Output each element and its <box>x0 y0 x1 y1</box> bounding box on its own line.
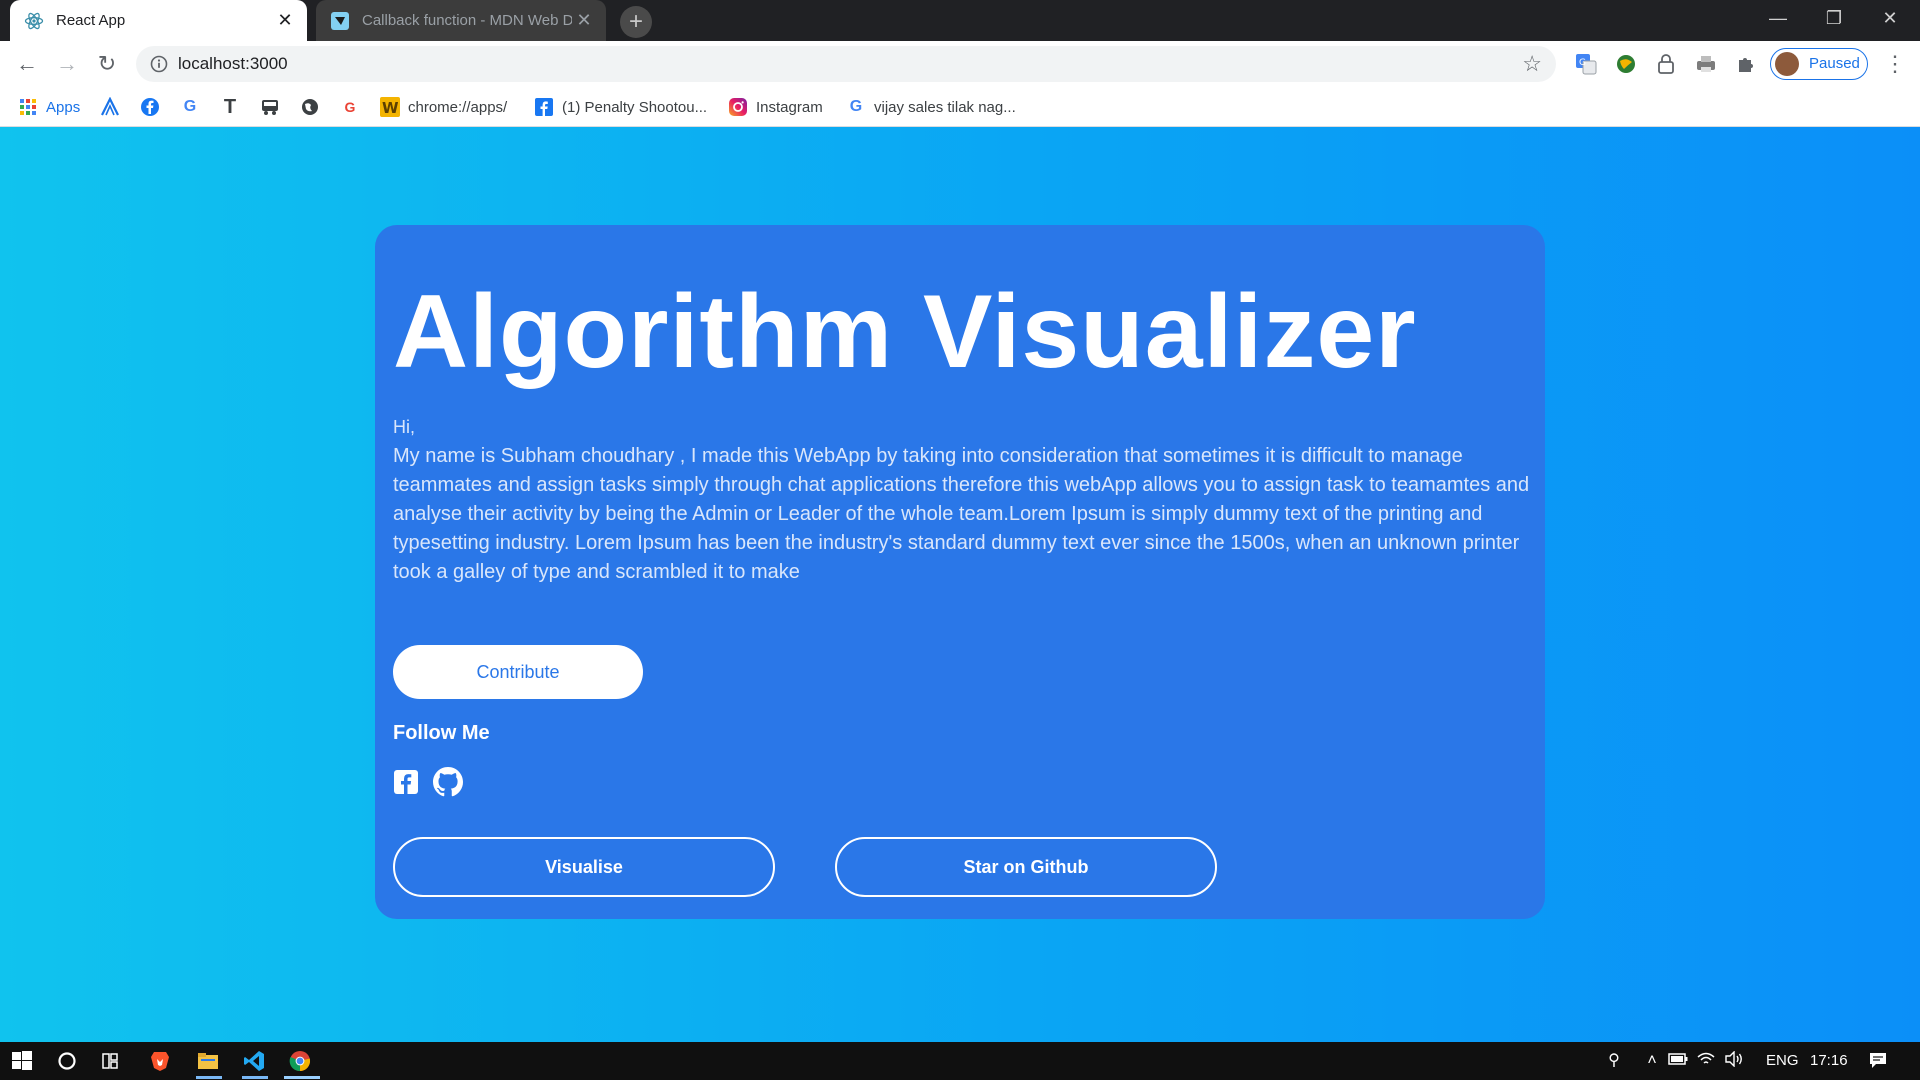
close-tab-icon[interactable]: ✕ <box>574 10 594 30</box>
info-icon[interactable] <box>150 55 168 73</box>
translate-icon[interactable]: G <box>1574 52 1598 76</box>
active-app-indicator <box>196 1076 222 1079</box>
forward-arrow-icon[interactable]: → <box>52 49 82 79</box>
instagram-icon <box>728 97 748 117</box>
bookmark-penalty-shootout[interactable]: (1) Penalty Shootou... <box>534 95 707 119</box>
browser-toolbar: ← → ↻ localhost:3000 ☆ G Paused ⋮ <box>0 41 1920 87</box>
printer-icon[interactable] <box>1694 52 1718 76</box>
globe-icon <box>300 97 320 117</box>
minimize-window-button[interactable]: — <box>1750 0 1806 38</box>
windows-taskbar: ⚲ ˄ ENG 17:16 <box>0 1042 1920 1080</box>
mdn-icon <box>330 11 350 31</box>
bookmark-google-2[interactable]: G <box>340 95 368 119</box>
new-tab-button[interactable]: + <box>620 6 652 38</box>
facebook-icon <box>140 97 160 117</box>
tab-react-app[interactable]: React App ✕ <box>10 0 307 41</box>
bookmark-label: vijay sales tilak nag... <box>874 98 1016 116</box>
language-indicator[interactable]: ENG <box>1766 1052 1799 1069</box>
bookmark-star-icon[interactable]: ☆ <box>1522 53 1542 75</box>
bookmark-a-logo[interactable] <box>100 95 128 119</box>
profile-status-label: Paused <box>1809 55 1860 72</box>
windows-start-icon[interactable] <box>10 1049 34 1073</box>
w-icon: W <box>380 97 400 117</box>
a-logo-icon <box>100 97 120 117</box>
volume-icon[interactable] <box>1724 1050 1744 1071</box>
google-icon: G <box>849 98 863 115</box>
address-bar[interactable]: localhost:3000 ☆ <box>136 46 1556 82</box>
bookmark-google[interactable]: G <box>180 95 208 119</box>
people-icon[interactable]: ⚲ <box>1604 1051 1624 1071</box>
close-window-button[interactable]: ✕ <box>1862 0 1918 38</box>
page-title: Algorithm Visualizer <box>393 274 1417 390</box>
maximize-window-button[interactable]: ❐ <box>1806 0 1862 38</box>
puzzle-icon[interactable] <box>1734 52 1758 76</box>
file-explorer-icon[interactable] <box>196 1049 220 1073</box>
bookmarks-bar: Apps G T G W chrome://apps/ (1) Penalty … <box>0 87 1920 127</box>
bookmark-apps[interactable]: Apps <box>18 95 80 119</box>
svg-text:G: G <box>1579 58 1586 68</box>
bio-paragraph: My name is Subham choudhary , I made thi… <box>393 445 1530 583</box>
avatar <box>1775 52 1799 76</box>
cortana-icon[interactable] <box>55 1049 79 1073</box>
url-text: localhost:3000 <box>178 54 288 73</box>
contribute-button[interactable]: Contribute <box>393 645 643 699</box>
tab-title: React App <box>56 12 126 29</box>
hero-card: Algorithm Visualizer Hi, My name is Subh… <box>375 225 1545 919</box>
bookmark-chrome-apps[interactable]: W chrome://apps/ <box>380 95 507 119</box>
follow-heading: Follow Me <box>393 722 490 744</box>
github-icon[interactable] <box>433 767 463 797</box>
battery-icon[interactable] <box>1668 1051 1688 1071</box>
page-background: Algorithm Visualizer Hi, My name is Subh… <box>0 127 1920 1042</box>
bookmark-vijay-sales[interactable]: G vijay sales tilak nag... <box>846 95 1016 119</box>
bookmark-globe[interactable] <box>300 95 328 119</box>
notification-center-icon[interactable] <box>1868 1051 1888 1071</box>
google-small-icon: G <box>344 99 356 115</box>
wifi-icon[interactable] <box>1696 1051 1716 1071</box>
apps-grid-icon <box>18 97 38 117</box>
greeting-text: Hi, <box>393 417 415 437</box>
tab-title: Callback function - MDN Web Docs <box>362 12 572 29</box>
profile-button[interactable]: Paused <box>1770 48 1868 80</box>
tab-mdn-callback[interactable]: Callback function - MDN Web Docs ✕ <box>316 0 606 41</box>
clock-time[interactable]: 17:16 <box>1810 1052 1848 1069</box>
star-on-github-button[interactable]: Star on Github <box>835 837 1217 897</box>
facebook-icon[interactable] <box>393 769 419 795</box>
reload-icon[interactable]: ↻ <box>92 49 122 79</box>
vscode-icon[interactable] <box>242 1049 266 1073</box>
tz-icon: T <box>223 95 237 118</box>
menu-dots-icon[interactable]: ⋮ <box>1884 51 1906 77</box>
lock-extension-icon[interactable] <box>1654 52 1678 76</box>
bookmark-bus[interactable] <box>260 95 288 119</box>
bookmark-label: chrome://apps/ <box>408 98 508 116</box>
bookmark-label: (1) Penalty Shootou... <box>562 98 708 116</box>
back-arrow-icon[interactable]: ← <box>12 49 42 79</box>
google-icon: G <box>183 98 197 115</box>
task-view-icon[interactable] <box>100 1049 124 1073</box>
bus-icon <box>260 97 280 117</box>
brave-icon[interactable] <box>148 1049 172 1073</box>
bookmark-facebook[interactable] <box>140 95 168 119</box>
bookmark-label: Apps <box>46 98 81 116</box>
bookmark-tz[interactable]: T <box>220 95 248 119</box>
facebook-icon <box>534 97 554 117</box>
chrome-icon[interactable] <box>288 1049 312 1073</box>
chevron-up-icon[interactable]: ˄ <box>1642 1051 1662 1071</box>
active-app-indicator <box>242 1076 268 1079</box>
bookmark-label: Instagram <box>756 98 823 116</box>
svg-text:W: W <box>382 99 399 117</box>
browser-tab-strip: React App ✕ Callback function - MDN Web … <box>0 0 1920 41</box>
react-icon <box>24 11 44 31</box>
close-tab-icon[interactable]: ✕ <box>275 10 295 30</box>
bookmark-instagram[interactable]: Instagram <box>728 95 823 119</box>
active-app-indicator <box>284 1076 320 1079</box>
visualise-button[interactable]: Visualise <box>393 837 775 897</box>
globe-extension-icon[interactable] <box>1614 52 1638 76</box>
